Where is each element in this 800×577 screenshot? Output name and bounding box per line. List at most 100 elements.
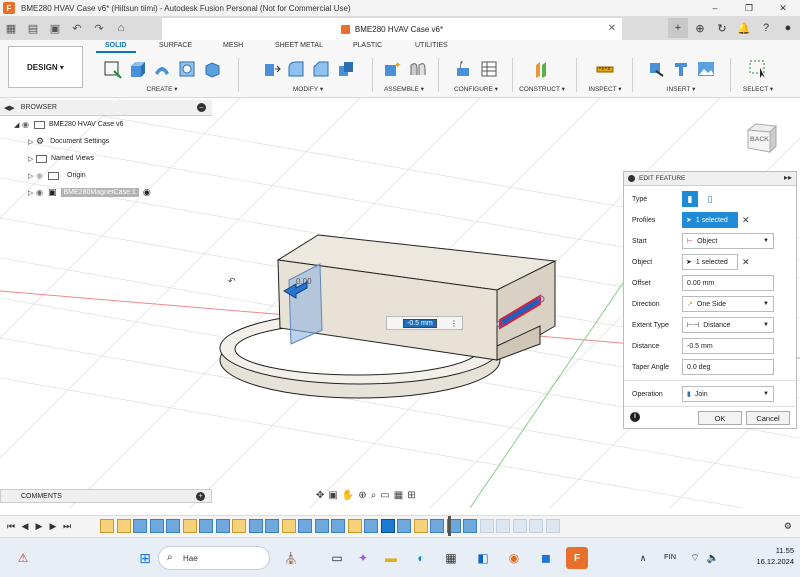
pan-icon[interactable]: ✋ bbox=[342, 490, 354, 501]
avatar[interactable]: ● bbox=[778, 18, 798, 38]
task-view-icon[interactable]: ▭ bbox=[326, 547, 348, 569]
eye-icon[interactable]: ◉ bbox=[36, 188, 48, 197]
start-menu-icon[interactable]: ⊞ bbox=[134, 547, 156, 569]
more-icon[interactable]: ⋮ bbox=[450, 319, 458, 328]
timeline-item[interactable] bbox=[149, 519, 164, 533]
new-component-icon[interactable]: ✦ bbox=[381, 58, 403, 80]
display-settings-icon[interactable]: ▭ bbox=[380, 490, 389, 501]
timeline-item[interactable] bbox=[512, 519, 527, 533]
new-sketch-icon[interactable]: + bbox=[101, 58, 123, 80]
extrude-icon[interactable] bbox=[126, 58, 148, 80]
tab-mesh[interactable]: MESH bbox=[223, 42, 243, 49]
combine-icon[interactable] bbox=[335, 58, 357, 80]
timeline-item-active[interactable] bbox=[380, 519, 395, 533]
widgets-icon[interactable]: ⛪ bbox=[280, 547, 302, 569]
type-solid-icon[interactable]: ▮ bbox=[682, 191, 698, 207]
timeline-item[interactable] bbox=[397, 519, 411, 533]
file-icon[interactable]: ▤ bbox=[22, 18, 44, 38]
timeline-item[interactable] bbox=[413, 519, 428, 533]
type-thin-icon[interactable]: ▯ bbox=[702, 191, 718, 207]
timeline-item[interactable] bbox=[347, 519, 362, 533]
hole-icon[interactable] bbox=[176, 58, 198, 80]
clear-profiles-icon[interactable]: ✕ bbox=[742, 215, 750, 226]
fit-icon[interactable]: ⌕ bbox=[371, 490, 377, 501]
tab-sheet-metal[interactable]: SHEET METAL bbox=[275, 42, 323, 49]
expand-dialog-icon[interactable]: ▸▸ bbox=[784, 173, 792, 182]
timeline-item[interactable] bbox=[166, 519, 180, 533]
undo-icon[interactable]: ↶ bbox=[66, 18, 88, 38]
tab-plastic[interactable]: PLASTIC bbox=[353, 42, 382, 49]
modify-menu[interactable]: MODIFY ▾ bbox=[246, 85, 370, 93]
start-select[interactable]: ⊢ Object ▼ bbox=[682, 233, 774, 249]
timeline-item[interactable] bbox=[215, 519, 230, 533]
insert-menu[interactable]: INSERT ▾ bbox=[636, 85, 726, 93]
tray-overflow-icon[interactable]: ∧ bbox=[632, 547, 654, 569]
inspect-menu[interactable]: INSPECT ▾ bbox=[582, 85, 628, 93]
add-comment-icon[interactable]: + bbox=[196, 492, 205, 501]
expand-icon[interactable]: ▷ bbox=[28, 189, 36, 197]
timeline-item[interactable] bbox=[529, 519, 543, 533]
eye-icon[interactable]: ◉ bbox=[22, 120, 34, 129]
minimize-button[interactable]: – bbox=[698, 0, 732, 16]
timeline-item[interactable] bbox=[314, 519, 329, 533]
collapse-icon[interactable]: – bbox=[197, 103, 206, 112]
timeline-first-icon[interactable]: ⏮ bbox=[4, 521, 18, 532]
save-icon[interactable]: ▣ bbox=[44, 18, 66, 38]
select-menu[interactable]: SELECT ▾ bbox=[734, 85, 782, 93]
offset-plane-icon[interactable] bbox=[531, 58, 553, 80]
operation-select[interactable]: ▮ Join ▼ bbox=[682, 386, 774, 402]
timeline-item[interactable] bbox=[331, 519, 345, 533]
distance-input-value[interactable]: -0.5 mm bbox=[403, 318, 437, 328]
tree-item-root[interactable]: ◢ ◉ BME280 HVAV Case v6 bbox=[0, 116, 212, 133]
assemble-menu[interactable]: ASSEMBLE ▾ bbox=[376, 85, 432, 93]
insert-image-icon[interactable] bbox=[695, 58, 717, 80]
close-window-button[interactable]: ✕ bbox=[766, 0, 800, 16]
timeline-item[interactable] bbox=[265, 519, 279, 533]
timeline-settings-icon[interactable]: ⚙ bbox=[784, 521, 792, 532]
expand-icon[interactable]: ▷ bbox=[28, 155, 36, 163]
jobs-icon[interactable]: ↻ bbox=[712, 18, 732, 38]
fillet-icon[interactable] bbox=[285, 58, 307, 80]
tree-item-origin[interactable]: ▷ ◉ Origin bbox=[0, 167, 212, 184]
timeline-item[interactable] bbox=[463, 519, 477, 533]
timeline-item[interactable] bbox=[182, 519, 197, 533]
info-icon[interactable]: i bbox=[630, 412, 640, 422]
home-icon[interactable]: ⌂ bbox=[110, 18, 132, 38]
timeline-item[interactable] bbox=[133, 519, 147, 533]
timeline-item[interactable] bbox=[281, 519, 296, 533]
close-tab-icon[interactable]: ✕ bbox=[608, 23, 616, 34]
browser-header[interactable]: ◀▶ BROWSER – bbox=[0, 100, 212, 116]
configurations-icon[interactable] bbox=[478, 58, 500, 80]
clock[interactable]: 11.55 16.12.2024 bbox=[756, 545, 794, 567]
workspace-switcher[interactable]: DESIGN ▾ bbox=[8, 46, 83, 88]
press-pull-icon[interactable] bbox=[260, 58, 282, 80]
direction-select[interactable]: ↗ One Side ▼ bbox=[682, 296, 774, 312]
expand-icon[interactable]: ▷ bbox=[28, 172, 36, 180]
redo-icon[interactable]: ↷ bbox=[88, 18, 110, 38]
restore-button[interactable]: ❐ bbox=[732, 0, 766, 16]
timeline-item[interactable] bbox=[496, 519, 510, 533]
timeline-item[interactable] bbox=[479, 519, 494, 533]
activate-radio-icon[interactable]: ◉ bbox=[143, 187, 151, 198]
store-icon[interactable]: ▦ bbox=[440, 547, 462, 569]
create-menu[interactable]: CREATE ▾ bbox=[92, 85, 232, 93]
tree-item-component[interactable]: ▷ ◉ ▣ BME280MagnetCase:1 ◉ bbox=[0, 184, 212, 201]
clear-object-icon[interactable]: ✕ bbox=[742, 257, 750, 268]
eye-hidden-icon[interactable]: ◉ bbox=[36, 171, 48, 180]
tree-item-named-views[interactable]: ▷ Named Views bbox=[0, 150, 212, 167]
notifications-icon[interactable]: 🔔 bbox=[734, 18, 754, 38]
distance-input[interactable]: -0.5 mm ⋮ bbox=[386, 316, 463, 330]
insert-derive-icon[interactable] bbox=[645, 58, 667, 80]
construct-menu[interactable]: CONSTRUCT ▾ bbox=[516, 85, 568, 93]
insert-mcmaster-icon[interactable] bbox=[670, 58, 692, 80]
fusion-taskbar-icon[interactable]: F bbox=[566, 547, 588, 569]
timeline-play-icon[interactable]: ▶ bbox=[32, 521, 46, 532]
grid-icon[interactable]: ▦ bbox=[0, 18, 22, 38]
timeline-item[interactable] bbox=[430, 519, 444, 533]
viewports-icon[interactable]: ⊞ bbox=[407, 490, 415, 501]
distance-field[interactable]: -0.5 mm bbox=[682, 338, 774, 354]
timeline-item[interactable] bbox=[116, 519, 131, 533]
offset-input[interactable]: 0.00 mm bbox=[682, 275, 774, 291]
timeline-item[interactable] bbox=[364, 519, 378, 533]
volume-icon[interactable]: 🔈 bbox=[702, 547, 724, 569]
